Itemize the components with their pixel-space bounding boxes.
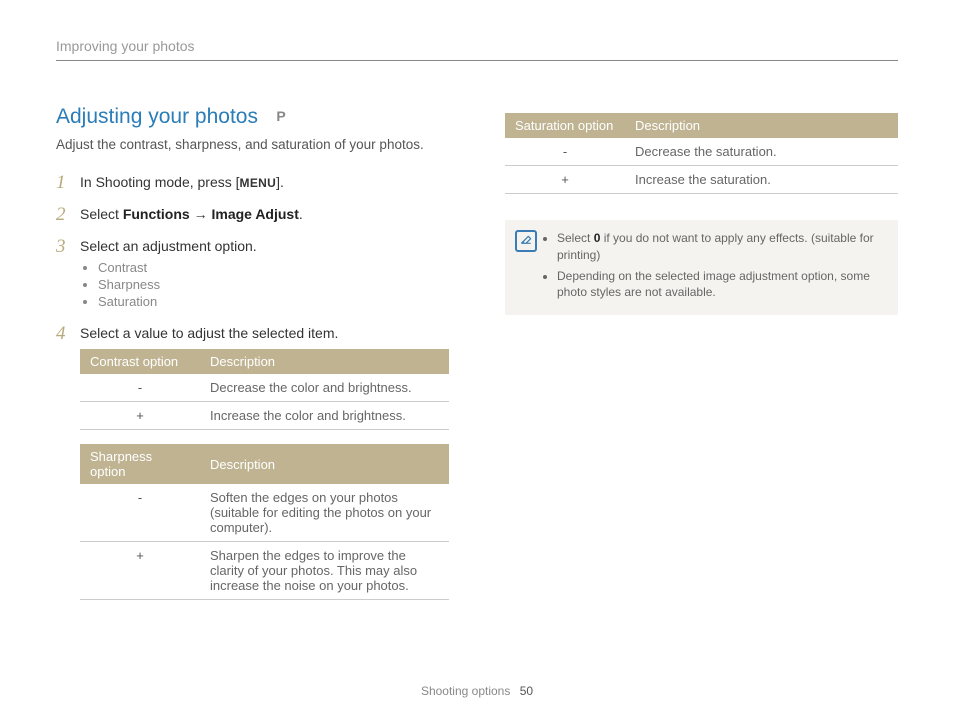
footer-page-number: 50	[520, 684, 533, 698]
sharpness-table: Sharpness option Description - Soften th…	[80, 444, 449, 600]
table-header-row: Contrast option Description	[80, 349, 449, 374]
step-1-text-b: ].	[276, 174, 284, 190]
step-3: Select an adjustment option. Contrast Sh…	[56, 238, 449, 309]
sub-sharpness: Sharpness	[98, 277, 449, 292]
step-2-text-c: .	[299, 206, 303, 222]
contrast-table: Contrast option Description - Decrease t…	[80, 349, 449, 430]
section-title: Adjusting your photos	[56, 105, 258, 129]
note-item-1: Select 0 if you do not want to apply any…	[557, 230, 884, 264]
contrast-r2-desc: Increase the color and brightness.	[200, 402, 449, 430]
saturation-table: Saturation option Description - Decrease…	[505, 113, 898, 194]
note-list: Select 0 if you do not want to apply any…	[549, 230, 884, 301]
table-row: + Increase the color and brightness.	[80, 402, 449, 430]
saturation-r2-opt: +	[505, 166, 625, 194]
table-row: - Decrease the color and brightness.	[80, 374, 449, 402]
step-2-image-adjust: Image Adjust	[211, 206, 298, 222]
table-header-row: Sharpness option Description	[80, 444, 449, 484]
saturation-table-block: Saturation option Description - Decrease…	[505, 113, 898, 194]
right-column: Saturation option Description - Decrease…	[505, 105, 898, 616]
step-3-sublist: Contrast Sharpness Saturation	[98, 260, 449, 309]
sharpness-r2-desc: Sharpen the edges to improve the clarity…	[200, 542, 449, 600]
table-row: + Sharpen the edges to improve the clari…	[80, 542, 449, 600]
footer-section: Shooting options	[421, 684, 510, 698]
contrast-r1-opt: -	[80, 374, 200, 402]
table-row: + Increase the saturation.	[505, 166, 898, 194]
step-1-text-a: In Shooting mode, press [	[80, 174, 240, 190]
step-2-functions: Functions	[123, 206, 190, 222]
breadcrumb: Improving your photos	[56, 38, 898, 61]
contrast-r2-opt: +	[80, 402, 200, 430]
contrast-table-block: Contrast option Description - Decrease t…	[80, 349, 449, 430]
arrow-icon: →	[190, 206, 212, 222]
saturation-r2-desc: Increase the saturation.	[625, 166, 898, 194]
step-2: Select Functions → Image Adjust.	[56, 206, 449, 222]
note-box: Select 0 if you do not want to apply any…	[505, 220, 898, 315]
section-intro: Adjust the contrast, sharpness, and satu…	[56, 137, 449, 152]
sharpness-r1-desc: Soften the edges on your photos (suitabl…	[200, 484, 449, 542]
section-heading-row: Adjusting your photos P	[56, 105, 449, 129]
contrast-h1: Contrast option	[80, 349, 200, 374]
step-1: In Shooting mode, press [MENU].	[56, 174, 449, 190]
note-1a: Select	[557, 231, 594, 245]
saturation-r1-opt: -	[505, 138, 625, 166]
sharpness-table-block: Sharpness option Description - Soften th…	[80, 444, 449, 600]
saturation-h2: Description	[625, 113, 898, 138]
sub-saturation: Saturation	[98, 294, 449, 309]
left-column: Adjusting your photos P Adjust the contr…	[56, 105, 449, 616]
step-4: Select a value to adjust the selected it…	[56, 325, 449, 600]
table-header-row: Saturation option Description	[505, 113, 898, 138]
step-3-text: Select an adjustment option.	[80, 238, 257, 254]
contrast-h2: Description	[200, 349, 449, 374]
menu-label: MENU	[240, 176, 277, 190]
sharpness-r2-opt: +	[80, 542, 200, 600]
note-1c: if you do not want to apply any effects.…	[557, 231, 874, 262]
note-item-2: Depending on the selected image adjustme…	[557, 268, 884, 302]
saturation-h1: Saturation option	[505, 113, 625, 138]
sharpness-r1-opt: -	[80, 484, 200, 542]
sharpness-h1: Sharpness option	[80, 444, 200, 484]
mode-badge: P	[276, 108, 285, 124]
sharpness-h2: Description	[200, 444, 449, 484]
steps-list: In Shooting mode, press [MENU]. Select F…	[56, 174, 449, 600]
step-2-text-a: Select	[80, 206, 123, 222]
content-columns: Adjusting your photos P Adjust the contr…	[56, 105, 898, 616]
note-icon	[515, 230, 537, 252]
contrast-r1-desc: Decrease the color and brightness.	[200, 374, 449, 402]
table-row: - Soften the edges on your photos (suita…	[80, 484, 449, 542]
saturation-r1-desc: Decrease the saturation.	[625, 138, 898, 166]
sub-contrast: Contrast	[98, 260, 449, 275]
page-footer: Shooting options 50	[0, 684, 954, 698]
step-4-text: Select a value to adjust the selected it…	[80, 325, 338, 341]
table-row: - Decrease the saturation.	[505, 138, 898, 166]
